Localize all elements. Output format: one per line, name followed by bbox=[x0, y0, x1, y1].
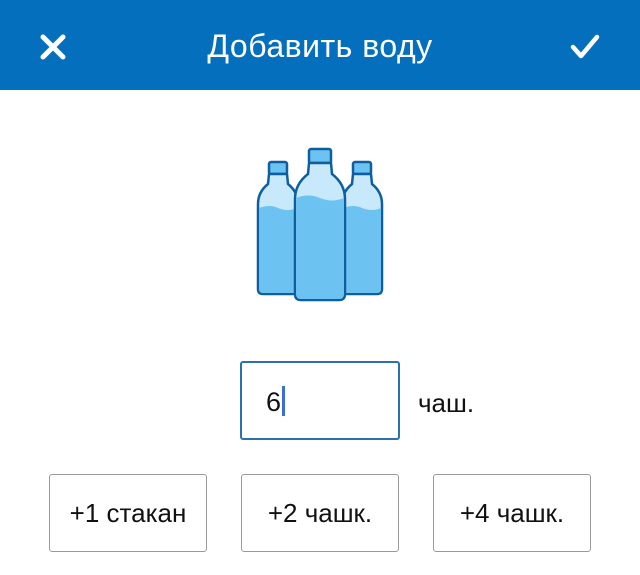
amount-input[interactable]: 6 bbox=[240, 361, 400, 440]
bottle-right bbox=[340, 160, 384, 296]
top-bar: Добавить воду bbox=[0, 0, 640, 90]
bottle-center bbox=[293, 147, 347, 302]
water-bottles-icon bbox=[256, 147, 384, 302]
add-1-glass-label: +1 стакан bbox=[69, 497, 187, 528]
bottle-left bbox=[256, 160, 300, 296]
add-2-cups-label: +2 чашк. bbox=[267, 497, 373, 528]
checkmark-icon bbox=[570, 34, 600, 59]
add-1-glass-button[interactable]: +1 стакан bbox=[49, 474, 207, 552]
unit-label: чаш. bbox=[418, 388, 475, 418]
amount-value: 6 bbox=[266, 387, 282, 417]
add-4-cups-button[interactable]: +4 чашк. bbox=[433, 474, 591, 552]
page-title: Добавить воду bbox=[207, 28, 433, 64]
add-4-cups-label: +4 чашк. bbox=[459, 497, 565, 528]
add-2-cups-button[interactable]: +2 чашк. bbox=[241, 474, 399, 552]
text-caret bbox=[282, 386, 286, 416]
confirm-button[interactable] bbox=[560, 22, 610, 72]
